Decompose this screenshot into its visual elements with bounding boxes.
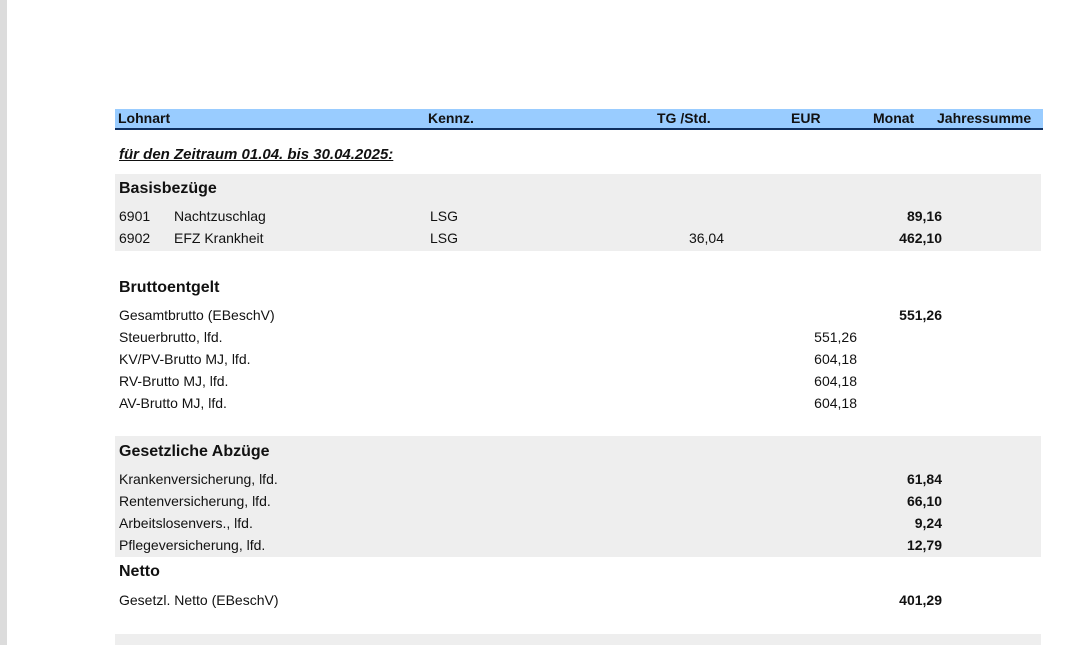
table-row: Pflegeversicherung, lfd. 12,79 (119, 537, 1040, 557)
wage-monat: 462,10 (899, 230, 942, 246)
row-label: Rentenversicherung, lfd. (119, 493, 271, 509)
col-header-tg-std: TG /Std. (657, 110, 711, 126)
section-title-netto: Netto (119, 563, 160, 580)
table-row: AV-Brutto MJ, lfd. 604,18 (119, 395, 1040, 415)
row-monat: 61,84 (906, 471, 942, 487)
row-eur: 604,18 (814, 351, 857, 367)
row-label: Gesetzl. Netto (EBeschV) (119, 592, 279, 608)
row-label: AV-Brutto MJ, lfd. (119, 395, 227, 411)
col-header-jahressumme: Jahressumme (937, 110, 1032, 126)
row-monat: 551,26 (899, 307, 942, 323)
wage-name: Nachtzuschlag (174, 208, 266, 224)
row-label: Gesamtbrutto (EBeschV) (119, 307, 275, 323)
table-row: 6901 Nachtzuschlag LSG 89,16 (119, 208, 1040, 228)
row-label: RV-Brutto MJ, lfd. (119, 373, 229, 389)
wage-code: 6901 (119, 208, 151, 224)
wage-kennz: LSG (430, 208, 459, 224)
row-label: Steuerbrutto, lfd. (119, 329, 223, 345)
col-header-kennz: Kennz. (428, 110, 474, 126)
table-row: Rentenversicherung, lfd. 66,10 (119, 493, 1040, 513)
window-left-edge (0, 0, 7, 645)
row-eur: 604,18 (814, 395, 857, 411)
section-title-brutto: Bruttoentgelt (119, 279, 220, 296)
table-row: Steuerbrutto, lfd. 551,26 (119, 329, 1040, 349)
wage-name: EFZ Krankheit (174, 230, 264, 246)
row-monat: 9,24 (914, 515, 942, 531)
row-label: Krankenversicherung, lfd. (119, 471, 278, 487)
wage-monat: 89,16 (906, 208, 942, 224)
row-label: Pflegeversicherung, lfd. (119, 537, 266, 553)
row-eur: 604,18 (814, 373, 857, 389)
wage-tg-std: 36,04 (688, 230, 724, 246)
wage-kennz: LSG (430, 230, 459, 246)
section-title-basis: Basisbezüge (119, 180, 217, 197)
row-eur: 551,26 (814, 329, 857, 345)
table-row: Gesamtbrutto (EBeschV) 551,26 (119, 307, 1040, 327)
table-row: Krankenversicherung, lfd. 61,84 (119, 471, 1040, 491)
col-header-eur: EUR (791, 110, 821, 126)
col-header-lohnart: Lohnart (118, 110, 171, 126)
row-monat: 401,29 (899, 592, 942, 608)
row-label: Arbeitslosenvers., lfd. (119, 515, 253, 531)
col-header-monat: Monat (873, 110, 915, 126)
row-monat: 12,79 (906, 537, 942, 553)
table-row: 6902 EFZ Krankheit LSG 36,04 462,10 (119, 230, 1040, 250)
section-band-next (115, 634, 1041, 645)
table-row: Arbeitslosenvers., lfd. 9,24 (119, 515, 1040, 535)
table-row: Gesetzl. Netto (EBeschV) 401,29 (119, 592, 1040, 612)
table-row: RV-Brutto MJ, lfd. 604,18 (119, 373, 1040, 393)
row-monat: 66,10 (906, 493, 942, 509)
section-title-abzuege: Gesetzliche Abzüge (119, 443, 270, 460)
table-header: Lohnart Kennz. TG /Std. EUR Monat Jahres… (115, 109, 1043, 130)
period-heading: für den Zeitraum 01.04. bis 30.04.2025: (119, 146, 394, 163)
row-label: KV/PV-Brutto MJ, lfd. (119, 351, 251, 367)
wage-code: 6902 (119, 230, 151, 246)
table-row: KV/PV-Brutto MJ, lfd. 604,18 (119, 351, 1040, 371)
